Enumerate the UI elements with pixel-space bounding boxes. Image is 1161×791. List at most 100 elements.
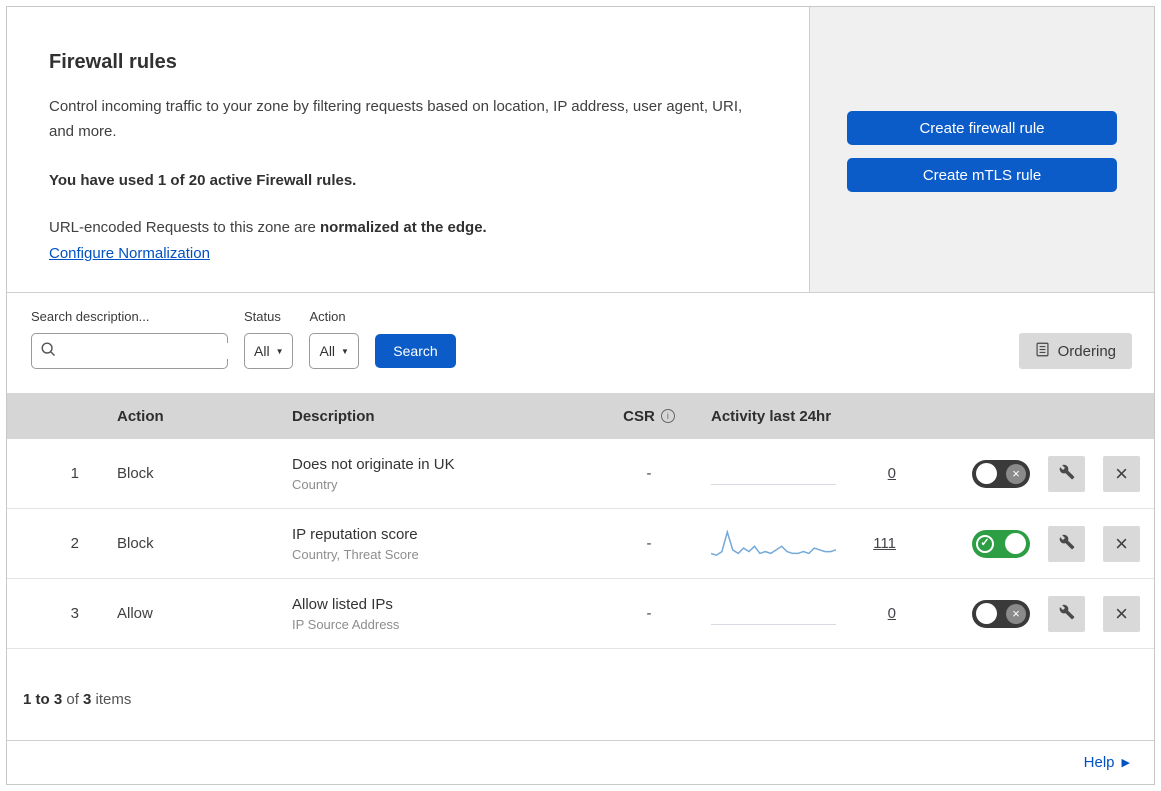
toggle-knob	[1005, 533, 1026, 554]
edit-rule-button[interactable]	[1048, 525, 1085, 562]
rule-activity-cell: 0	[699, 596, 914, 632]
rule-description: Allow listed IPs	[292, 595, 393, 613]
x-icon: ×	[1006, 603, 1026, 624]
table-row: 3 Allow Allow listed IPs IP Source Addre…	[7, 579, 1154, 649]
close-icon: ×	[1115, 530, 1128, 556]
search-icon	[40, 341, 56, 362]
x-icon: ×	[1006, 463, 1026, 484]
rule-criteria: IP Source Address	[292, 616, 400, 632]
table-row: 1 Block Does not originate in UK Country…	[7, 439, 1154, 509]
chevron-down-icon: ▼	[341, 346, 349, 356]
items-of-text: of	[62, 691, 84, 708]
delete-rule-button[interactable]: ×	[1103, 595, 1140, 632]
column-header-action: Action	[117, 407, 164, 425]
rule-priority: 1	[70, 465, 79, 482]
wrench-icon	[1059, 464, 1075, 483]
normalization-bold-text: normalized at the edge.	[320, 219, 487, 236]
arrow-right-icon: ▶	[1121, 757, 1130, 769]
wrench-icon	[1059, 604, 1075, 623]
toggle-knob	[976, 463, 997, 484]
create-firewall-rule-button[interactable]: Create firewall rule	[847, 111, 1117, 145]
activity-count-link[interactable]: 111	[873, 535, 896, 552]
delete-rule-button[interactable]: ×	[1103, 525, 1140, 562]
ordering-button[interactable]: Ordering	[1018, 333, 1132, 369]
rule-priority: 3	[70, 605, 79, 622]
edit-rule-button[interactable]	[1048, 595, 1085, 632]
column-header-description: Description	[292, 407, 375, 425]
check-icon: ✓	[976, 534, 994, 553]
rule-action: Allow	[117, 605, 153, 622]
search-input-wrapper	[31, 333, 243, 369]
rule-activity-cell: 0	[699, 456, 914, 492]
wrench-icon	[1059, 534, 1075, 553]
rule-description-cell: Does not originate in UK Country	[272, 454, 599, 494]
rule-criteria: Country, Threat Score	[292, 546, 419, 562]
search-filter-group: Search description...	[31, 309, 243, 369]
rule-priority: 2	[70, 535, 79, 552]
activity-count-link[interactable]: 0	[888, 465, 896, 482]
edit-rule-button[interactable]	[1048, 455, 1085, 492]
action-dropdown-value: All	[319, 343, 336, 359]
action-dropdown[interactable]: All ▼	[309, 333, 359, 369]
items-label-text: items	[91, 691, 132, 708]
rule-enabled-toggle[interactable]: ✓ ×	[972, 459, 1030, 488]
normalization-notice: URL-encoded Requests to this zone are no…	[49, 219, 769, 236]
close-icon: ×	[1115, 600, 1128, 626]
activity-count-link[interactable]: 0	[888, 605, 896, 622]
status-dropdown-value: All	[254, 343, 270, 359]
rule-csr-value: -	[646, 605, 652, 622]
info-icon[interactable]: i	[660, 409, 675, 423]
activity-sparkline-empty	[711, 456, 836, 492]
table-row: 2 Block IP reputation score Country, Thr…	[7, 509, 1154, 579]
header-text-panel: Firewall rules Control incoming traffic …	[7, 7, 810, 292]
ordering-button-label: Ordering	[1057, 342, 1116, 360]
help-bar: Help ▶	[7, 740, 1154, 784]
rule-csr-value: -	[646, 535, 652, 552]
header-actions-panel: Create firewall rule Create mTLS rule	[810, 7, 1154, 292]
firewall-rules-table: Action Description CSR i Activity last 2…	[7, 393, 1154, 649]
activity-sparkline-empty	[711, 596, 836, 632]
rule-action: Block	[117, 535, 154, 552]
column-header-activity: Activity last 24hr	[711, 407, 832, 425]
status-filter-group: Status All ▼	[244, 309, 294, 369]
search-button[interactable]: Search	[374, 334, 456, 368]
status-dropdown[interactable]: All ▼	[244, 333, 294, 369]
rule-controls-cell: ✓ × ×	[914, 595, 1154, 632]
close-icon: ×	[1115, 460, 1128, 486]
page-description: Control incoming traffic to your zone by…	[49, 98, 743, 140]
toggle-knob	[976, 603, 997, 624]
rule-description-cell: IP reputation score Country, Threat Scor…	[272, 524, 599, 564]
rule-action: Block	[117, 465, 154, 482]
action-filter-group: Action All ▼	[309, 309, 359, 369]
rule-controls-cell: ✓ × ×	[914, 525, 1154, 562]
activity-sparkline	[711, 526, 836, 562]
configure-normalization-link[interactable]: Configure Normalization	[49, 245, 210, 262]
csr-header-label: CSR	[623, 407, 655, 425]
help-link-label: Help	[1083, 754, 1115, 771]
usage-notice: You have used 1 of 20 active Firewall ru…	[49, 172, 357, 189]
page-header: Firewall rules Control incoming traffic …	[7, 7, 1154, 293]
page-title: Firewall rules	[49, 51, 177, 73]
rule-controls-cell: ✓ × ×	[914, 455, 1154, 492]
rule-enabled-toggle[interactable]: ✓ ×	[972, 529, 1030, 558]
rule-enabled-toggle[interactable]: ✓ ×	[972, 599, 1030, 628]
rule-activity-cell: 111	[699, 526, 914, 562]
help-link[interactable]: Help ▶	[1084, 754, 1130, 771]
status-label: Status	[244, 309, 281, 324]
rule-csr-value: -	[646, 465, 652, 482]
create-mtls-rule-button[interactable]: Create mTLS rule	[847, 158, 1117, 192]
chevron-down-icon: ▼	[275, 346, 284, 356]
rule-description-cell: Allow listed IPs IP Source Address	[272, 594, 599, 634]
table-pagination-summary: 1 to 3 of 3 items	[7, 649, 1154, 740]
action-label: Action	[309, 309, 346, 324]
rule-criteria: Country	[292, 476, 338, 492]
delete-rule-button[interactable]: ×	[1103, 455, 1140, 492]
rule-description: Does not originate in UK	[292, 455, 455, 473]
firewall-rules-page: Firewall rules Control incoming traffic …	[6, 6, 1155, 785]
ordering-list-icon	[1035, 342, 1050, 361]
items-range: 1 to 3	[23, 691, 63, 708]
filter-bar: Search description... Status All ▼ Actio…	[7, 293, 1154, 393]
table-header-row: Action Description CSR i Activity last 2…	[7, 393, 1154, 439]
search-input[interactable]	[62, 343, 243, 359]
rule-description: IP reputation score	[292, 525, 418, 543]
